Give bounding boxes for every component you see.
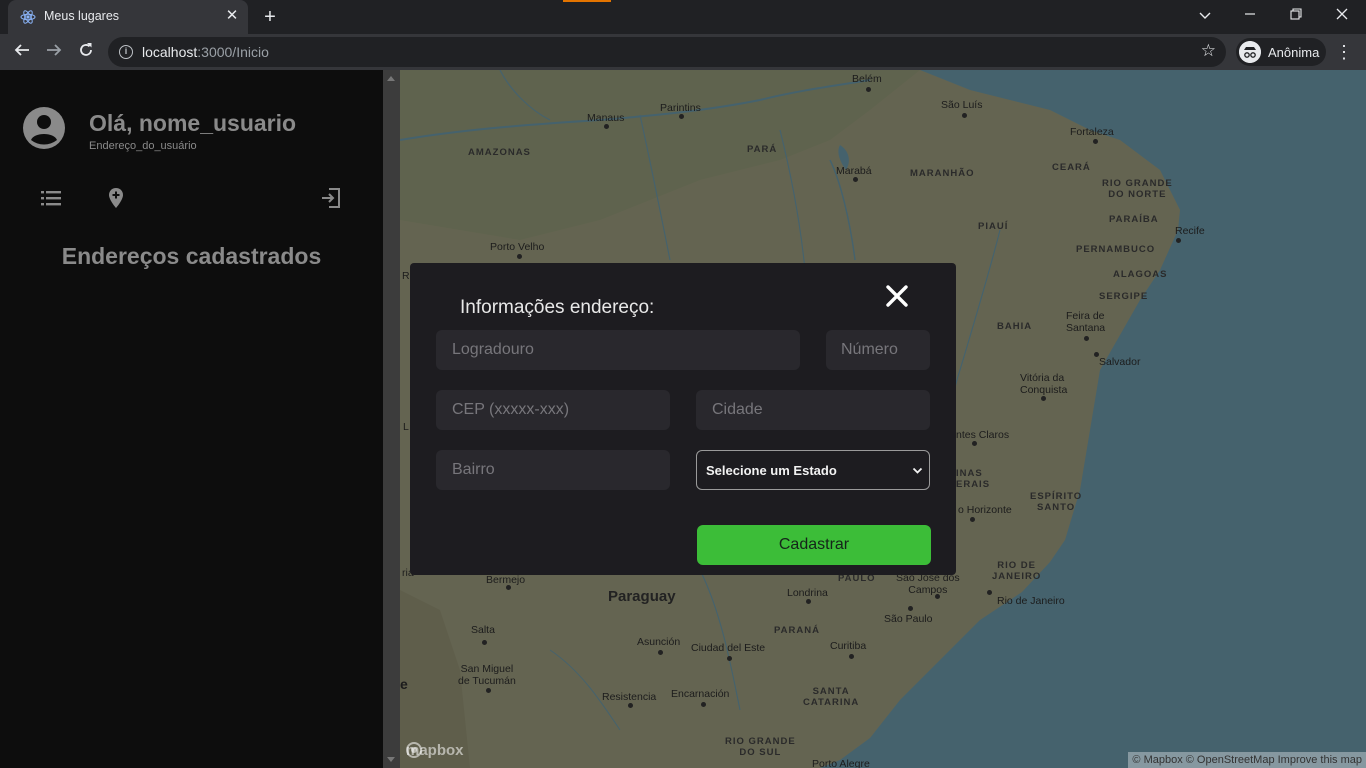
cadastrar-button[interactable]: Cadastrar (697, 525, 931, 565)
modal-title: Informações endereço: (460, 297, 655, 318)
user-address: Endereço_do_usuário (89, 140, 197, 152)
cep-field[interactable] (436, 390, 670, 430)
bairro-field[interactable] (436, 450, 670, 490)
map-label: ntes Claros (956, 429, 1010, 441)
map-label: Asunción (637, 636, 681, 648)
logradouro-field[interactable] (436, 330, 800, 370)
map-label: Londrina (787, 587, 828, 599)
bookmark-star-icon[interactable]: ☆ (1201, 41, 1216, 61)
browser-titlebar: Meus lugares ✕ + (0, 0, 1366, 34)
map-label: PARANÁ (774, 625, 820, 636)
account-circle-icon (23, 107, 65, 149)
map-attribution[interactable]: © Mapbox © OpenStreetMap Improve this ma… (1128, 752, 1366, 768)
close-window-icon[interactable] (1320, 2, 1364, 28)
map-label: INAS ERAIS (956, 468, 991, 490)
map-label: o Horizonte (958, 504, 1012, 516)
reload-icon[interactable] (72, 38, 100, 66)
address-bar[interactable]: i localhost:3000/Inicio ☆ (108, 37, 1226, 67)
map-label: Vitória da Conquista (1020, 372, 1068, 396)
minimize-icon[interactable] (1228, 2, 1272, 28)
map-label: Ciudad del Este (691, 642, 766, 654)
map-label: PIAUÍ (978, 221, 1009, 232)
page: Olá, nome_usuario Endereço_do_usuário En… (0, 70, 1366, 768)
map-label: SANTA CATARINA (803, 686, 860, 708)
map-label: L (403, 421, 409, 433)
map-label: São José dos Campos (896, 572, 960, 596)
map-label: Marabá (836, 165, 872, 177)
mapbox-icon (406, 742, 422, 758)
sidebar-scrollbar[interactable] (383, 70, 400, 768)
map-label: Fortaleza (1070, 126, 1114, 138)
map-label: ALAGOAS (1113, 269, 1168, 280)
map-label: BAHIA (997, 321, 1033, 332)
map-label: Salta (471, 624, 495, 636)
map-label: PARÁ (747, 144, 778, 155)
cidade-field[interactable] (696, 390, 930, 430)
url-text: localhost:3000/Inicio (142, 44, 269, 60)
map-label: RIO GRANDE DO NORTE (1102, 178, 1173, 200)
map-label: Paraguay (608, 588, 676, 605)
map-label: San Miguel de Tucumán (458, 663, 516, 687)
new-tab-button[interactable]: + (258, 5, 282, 29)
window-accent (563, 0, 611, 2)
react-icon (20, 10, 36, 24)
map-label: MARANHÃO (910, 168, 975, 179)
map-label: Porto Velho (490, 241, 545, 253)
browser-menu-icon[interactable]: ⋮ (1334, 38, 1354, 66)
tab-close-icon[interactable]: ✕ (222, 6, 242, 26)
site-info-icon[interactable]: i (119, 45, 133, 59)
tab-search-icon[interactable] (1183, 2, 1227, 28)
list-icon[interactable] (39, 186, 63, 210)
map-label: Porto Alegre (812, 758, 870, 768)
map-label: RIO GRANDE DO SUL (725, 736, 796, 758)
add-location-icon[interactable] (104, 186, 128, 210)
map-label: PERNAMBUCO (1076, 244, 1156, 255)
map-label: Parintins (660, 102, 701, 114)
tab-title: Meus lugares (44, 9, 120, 23)
chevron-down-icon (912, 467, 923, 474)
section-title: Endereços cadastrados (61, 243, 322, 269)
map-label: Salvador (1099, 356, 1141, 368)
address-modal: Informações endereço: Selecione um Estad… (410, 263, 956, 575)
close-icon[interactable] (882, 281, 912, 311)
map-label: Bermejo (486, 574, 526, 586)
mapbox-logo[interactable]: mapbox (406, 742, 464, 759)
forward-icon[interactable] (40, 38, 68, 66)
logout-icon[interactable] (319, 186, 343, 210)
incognito-icon (1239, 41, 1261, 63)
restore-icon[interactable] (1274, 2, 1318, 28)
scroll-up-icon[interactable] (387, 76, 395, 81)
map-label: e (400, 676, 408, 692)
map-label: CEARÁ (1052, 162, 1091, 173)
map-label: Recife (1175, 225, 1205, 237)
back-icon[interactable] (8, 38, 36, 66)
scroll-down-icon[interactable] (387, 757, 395, 762)
map-label: Belém (852, 73, 882, 85)
profile-label: Anônima (1268, 45, 1320, 60)
map-label: São Paulo (884, 613, 933, 625)
map-label: ESPÍRITO SANTO (1030, 491, 1083, 513)
map-label: Curitiba (830, 640, 867, 652)
estado-select-value: Selecione um Estado (706, 463, 837, 478)
map-label: São Luís (941, 99, 983, 111)
numero-field[interactable] (826, 330, 930, 370)
estado-select[interactable]: Selecione um Estado (696, 450, 930, 490)
incognito-profile-button[interactable]: Anônima (1236, 38, 1326, 66)
map-label: Rio de Janeiro (997, 595, 1065, 607)
map-label: Resistencia (602, 691, 657, 703)
user-greeting: Olá, nome_usuario (89, 110, 297, 136)
map-label: AMAZONAS (468, 147, 531, 158)
browser-toolbar: i localhost:3000/Inicio ☆ Anônima ⋮ (0, 34, 1366, 70)
sidebar: Olá, nome_usuario Endereço_do_usuário En… (0, 70, 383, 768)
browser-tab[interactable]: Meus lugares ✕ (8, 0, 248, 34)
map-label: RIO DE JANEIRO (992, 560, 1042, 582)
map-label: SERGIPE (1099, 291, 1149, 302)
map-label: R (402, 270, 410, 282)
map-label: Encarnación (671, 688, 730, 700)
map-label: Manaus (587, 112, 625, 124)
map-label: Feira de Santana (1066, 310, 1106, 334)
map-label: PARAÍBA (1109, 214, 1159, 225)
